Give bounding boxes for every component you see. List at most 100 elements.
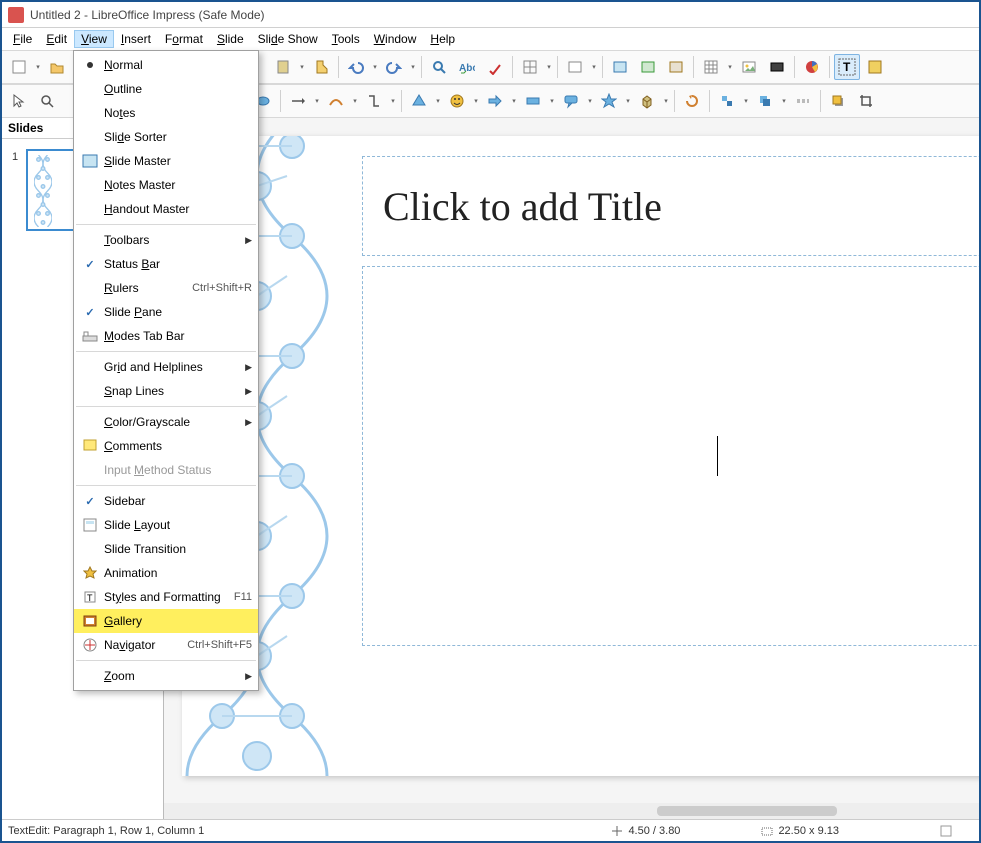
paste-icon[interactable] [270,54,296,80]
new-doc-icon[interactable] [6,54,32,80]
flowchart-dd[interactable]: ▾ [548,88,556,114]
view-slide-layout[interactable]: Slide Layout [74,513,258,537]
menu-view[interactable]: View [74,30,114,48]
view-modes-tab-bar[interactable]: Modes Tab Bar [74,324,258,348]
view-slide-sorter[interactable]: Slide Sorter [74,125,258,149]
view-sidebar[interactable]: ✓Sidebar [74,489,258,513]
view-rulers[interactable]: RulersCtrl+Shift+R [74,276,258,300]
redo-icon[interactable] [381,54,407,80]
menu-slideshow[interactable]: Slide Show [251,30,325,48]
av-icon[interactable] [764,54,790,80]
special-char-icon[interactable] [862,54,888,80]
view-slide-master[interactable]: Slide Master [74,149,258,173]
block-arrows-icon[interactable] [482,88,508,114]
menu-insert[interactable]: Insert [114,30,158,48]
display-grid-icon[interactable] [517,54,543,80]
connector-icon[interactable] [361,88,387,114]
menu-format[interactable]: Format [158,30,210,48]
view-slide-pane[interactable]: ✓Slide Pane [74,300,258,324]
view-zoom[interactable]: Zoom▶ [74,664,258,688]
view-gallery[interactable]: Gallery [74,609,258,633]
undo-dd[interactable]: ▾ [371,54,379,80]
connector-dd[interactable]: ▾ [389,88,397,114]
canvas-area[interactable]: Click to add Title [164,118,979,819]
3d-objects-dd[interactable]: ▾ [662,88,670,114]
basic-shapes-dd[interactable]: ▾ [434,88,442,114]
table-dd[interactable]: ▾ [726,54,734,80]
status-save-icon[interactable] [939,824,953,838]
master-slide-icon[interactable] [607,54,633,80]
symbol-shapes-dd[interactable]: ▾ [472,88,480,114]
textbox-icon[interactable]: T [834,54,860,80]
curve-icon[interactable] [323,88,349,114]
start-current-icon[interactable] [663,54,689,80]
view-slide-transition[interactable]: Slide Transition [74,537,258,561]
view-status-bar[interactable]: ✓Status Bar [74,252,258,276]
display-views-dd[interactable]: ▾ [590,54,598,80]
stars-icon[interactable] [596,88,622,114]
stars-dd[interactable]: ▾ [624,88,632,114]
slide-canvas[interactable]: Click to add Title [182,136,979,776]
menu-slide[interactable]: Slide [210,30,251,48]
open-icon[interactable] [44,54,70,80]
arrange-icon[interactable] [752,88,778,114]
menu-help[interactable]: Help [423,30,462,48]
horizontal-scrollbar[interactable] [164,803,979,819]
clone-format-icon[interactable] [308,54,334,80]
view-snap-lines[interactable]: Snap Lines▶ [74,379,258,403]
view-normal[interactable]: Normal [74,53,258,77]
redo-dd[interactable]: ▾ [409,54,417,80]
submenu-arrow-icon: ▶ [245,417,252,428]
shadow-icon[interactable] [825,88,851,114]
flowchart-icon[interactable] [520,88,546,114]
line-arrow-icon[interactable] [285,88,311,114]
display-views-icon[interactable] [562,54,588,80]
view-grid-helplines[interactable]: Grid and Helplines▶ [74,355,258,379]
callouts-icon[interactable] [558,88,584,114]
paste-dd[interactable]: ▾ [298,54,306,80]
view-styles-formatting[interactable]: TStyles and FormattingF11 [74,585,258,609]
view-notes[interactable]: Notes [74,101,258,125]
view-toolbars[interactable]: Toolbars▶ [74,228,258,252]
chart-icon[interactable] [799,54,825,80]
view-outline[interactable]: Outline [74,77,258,101]
crop-icon[interactable] [853,88,879,114]
view-handout-master[interactable]: Handout Master [74,197,258,221]
align-dd[interactable]: ▾ [742,88,750,114]
basic-shapes-icon[interactable] [406,88,432,114]
menu-file[interactable]: File [6,30,39,48]
callouts-dd[interactable]: ▾ [586,88,594,114]
spellcheck-icon[interactable]: Abc [454,54,480,80]
3d-objects-icon[interactable] [634,88,660,114]
find-icon[interactable] [426,54,452,80]
block-arrows-dd[interactable]: ▾ [510,88,518,114]
view-navigator[interactable]: NavigatorCtrl+Shift+F5 [74,633,258,657]
view-animation[interactable]: Animation [74,561,258,585]
display-grid-dd[interactable]: ▾ [545,54,553,80]
autospell-icon[interactable] [482,54,508,80]
scrollbar-thumb[interactable] [657,806,837,816]
menu-window[interactable]: Window [367,30,424,48]
menu-edit[interactable]: Edit [39,30,74,48]
symbol-shapes-icon[interactable] [444,88,470,114]
distribute-icon[interactable] [790,88,816,114]
view-notes-master[interactable]: Notes Master [74,173,258,197]
title-placeholder[interactable]: Click to add Title [362,156,979,256]
undo-icon[interactable] [343,54,369,80]
arrange-dd[interactable]: ▾ [780,88,788,114]
zoom-icon[interactable] [34,88,60,114]
table-icon[interactable] [698,54,724,80]
align-icon[interactable] [714,88,740,114]
curve-dd[interactable]: ▾ [351,88,359,114]
start-first-icon[interactable] [635,54,661,80]
content-placeholder[interactable] [362,266,979,646]
view-color-grayscale[interactable]: Color/Grayscale▶ [74,410,258,434]
accel-label: F11 [234,591,252,603]
image-icon[interactable] [736,54,762,80]
menu-tools[interactable]: Tools [325,30,367,48]
view-comments[interactable]: Comments [74,434,258,458]
line-arrow-dd[interactable]: ▾ [313,88,321,114]
rotate-icon[interactable] [679,88,705,114]
new-doc-dd[interactable]: ▾ [34,54,42,80]
select-icon[interactable] [6,88,32,114]
